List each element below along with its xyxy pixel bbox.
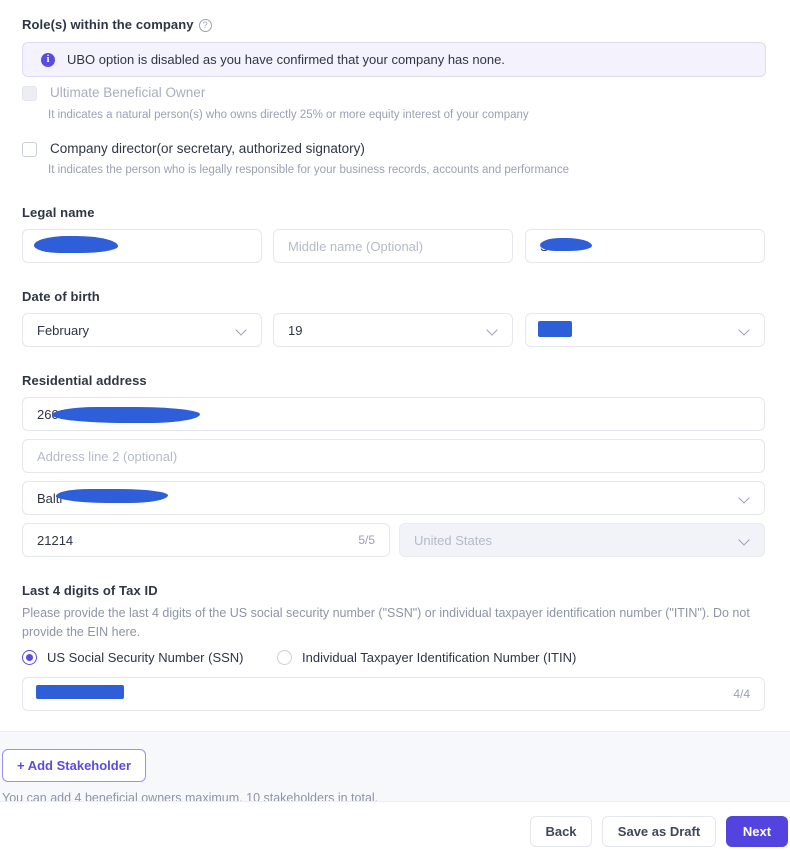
date-of-birth-label: Date of birth <box>22 289 100 304</box>
address-line1-value: 2603 H Avenue <box>37 406 126 422</box>
radio-ssn[interactable] <box>22 650 37 665</box>
tax-id-input[interactable]: 4/4 <box>22 677 765 711</box>
checkbox-company-director[interactable] <box>22 142 37 157</box>
checkbox-label-company-director: Company director(or secretary, authorize… <box>50 141 365 156</box>
checkbox-row-company-director[interactable]: Company director(or secretary, authorize… <box>22 141 365 157</box>
dob-month-value: February <box>37 322 90 338</box>
checkbox-hint-ultimate-beneficial-owner: It indicates a natural person(s) who own… <box>48 109 529 121</box>
help-circle-icon[interactable]: ? <box>198 19 212 32</box>
chevron-down-icon <box>487 325 498 336</box>
checkbox-label-ultimate-beneficial-owner: Ultimate Beneficial Owner <box>50 85 206 100</box>
checkbox-hint-company-director: It indicates the person who is legally r… <box>48 164 569 176</box>
dob-year-select[interactable] <box>525 313 765 347</box>
back-button[interactable]: Back <box>530 816 592 847</box>
middle-name-input[interactable]: Middle name (Optional) <box>273 229 513 263</box>
address-line2-placeholder: Address line 2 (optional) <box>37 448 178 464</box>
dob-month-select[interactable]: February <box>22 313 262 347</box>
add-stakeholder-button[interactable]: + Add Stakeholder <box>2 749 147 782</box>
tax-id-label: Last 4 digits of Tax ID <box>22 583 158 598</box>
zip-code-value: 21214 <box>37 532 74 548</box>
roles-section-label: Role(s) within the company? <box>22 17 212 32</box>
radio-row-itin[interactable]: Individual Taxpayer Identification Numbe… <box>277 650 576 665</box>
middle-name-placeholder: Middle name (Optional) <box>288 238 424 254</box>
checkbox-ultimate-beneficial-owner <box>22 86 37 101</box>
roles-label-text: Role(s) within the company <box>22 17 194 32</box>
radio-label-itin: Individual Taxpayer Identification Numbe… <box>302 650 577 665</box>
last-name-input[interactable]: S <box>525 229 765 263</box>
chevron-down-icon <box>236 325 247 336</box>
chevron-down-icon <box>739 493 750 504</box>
radio-label-ssn: US Social Security Number (SSN) <box>47 650 244 665</box>
address-line2-input[interactable]: Address line 2 (optional) <box>22 439 765 473</box>
dob-day-select[interactable]: 19 <box>273 313 513 347</box>
banner-text: UBO option is disabled as you have confi… <box>67 52 505 67</box>
country-select: United States <box>399 523 765 557</box>
ubo-disabled-banner: i UBO option is disabled as you have con… <box>22 42 766 77</box>
dob-day-value: 19 <box>288 322 303 338</box>
legal-name-label: Legal name <box>22 205 95 220</box>
city-state-value: Balti <box>37 490 63 506</box>
chevron-down-icon <box>739 535 750 546</box>
chevron-down-icon <box>739 325 750 336</box>
stakeholder-form-page: Role(s) within the company? i UBO option… <box>0 0 790 850</box>
tax-id-counter: 4/4 <box>733 687 750 701</box>
first-name-input[interactable] <box>22 229 262 263</box>
next-button[interactable]: Next <box>726 816 788 847</box>
last-name-value: S <box>540 238 549 254</box>
save-as-draft-button[interactable]: Save as Draft <box>602 816 716 847</box>
radio-itin[interactable] <box>277 650 292 665</box>
zip-code-input[interactable]: 21214 5/5 <box>22 523 390 557</box>
zip-code-counter: 5/5 <box>358 533 375 547</box>
info-icon: i <box>41 52 55 67</box>
country-value: United States <box>414 532 493 548</box>
residential-address-label: Residential address <box>22 373 147 388</box>
radio-row-ssn[interactable]: US Social Security Number (SSN) <box>22 650 244 665</box>
address-line1-input[interactable]: 2603 H Avenue <box>22 397 765 431</box>
checkbox-row-ultimate-beneficial-owner: Ultimate Beneficial Owner <box>22 85 205 101</box>
city-state-select[interactable]: Balti <box>22 481 765 515</box>
tax-id-help-text: Please provide the last 4 digits of the … <box>22 606 750 639</box>
